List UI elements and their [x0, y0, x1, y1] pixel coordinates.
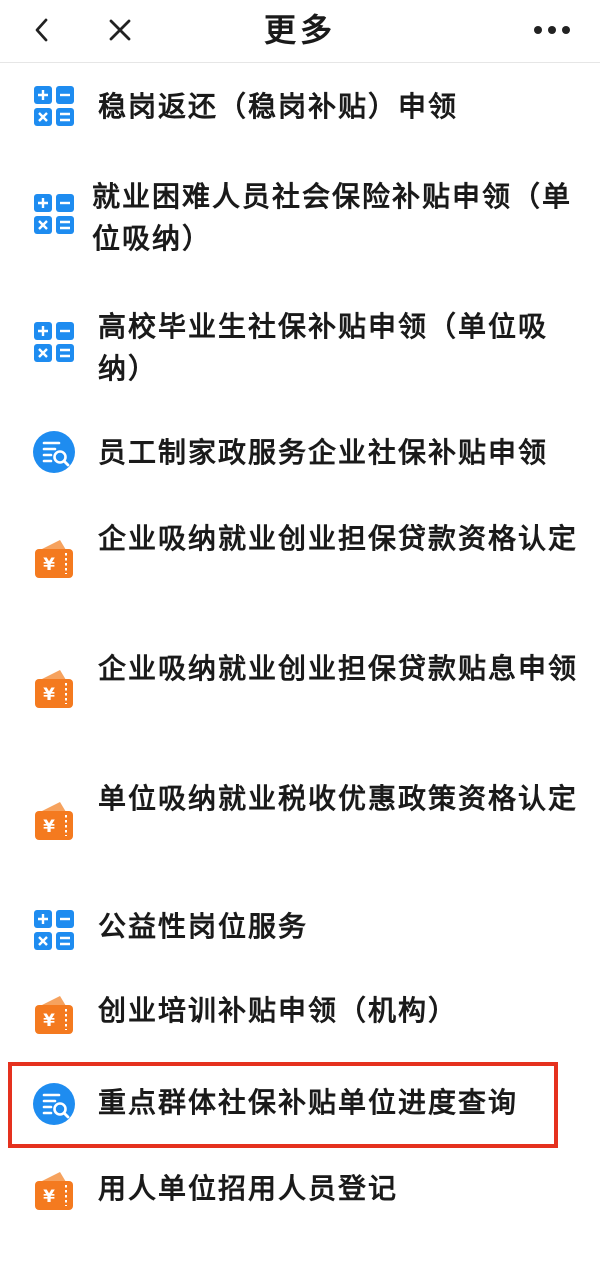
list-item-label: 单位吸纳就业税收优惠政策资格认定 [98, 782, 579, 815]
list-item-label: 高校毕业生社保补贴申领（单位吸纳） [98, 310, 549, 385]
list-item[interactable]: 稳岗返还（稳岗补贴）申领 [0, 62, 600, 162]
list-item-label: 创业培训补贴申领（机构） [98, 994, 459, 1027]
svg-text:¥: ¥ [43, 685, 55, 705]
calculator-icon [32, 320, 76, 364]
wallet-yuan-icon: ¥ [32, 798, 76, 842]
svg-text:¥: ¥ [43, 817, 55, 837]
svg-text:¥: ¥ [43, 1011, 55, 1031]
list-item[interactable]: 高校毕业生社保补贴申领（单位吸纳） [0, 298, 600, 428]
wallet-yuan-icon: ¥ [32, 992, 76, 1036]
more-button[interactable] [524, 8, 580, 52]
list-item-label: 企业吸纳就业创业担保贷款资格认定 [98, 522, 579, 555]
highlight-box [8, 1062, 558, 1148]
svg-text:¥: ¥ [43, 1187, 55, 1207]
navigation-bar: 更多 [0, 0, 600, 63]
calculator-icon [32, 908, 76, 952]
list-item[interactable]: 就业困难人员社会保险补贴申领（单位吸纳） [0, 162, 600, 292]
wallet-yuan-icon: ¥ [32, 1168, 76, 1212]
list-item-label: 稳岗返还（稳岗补贴）申领 [98, 90, 459, 123]
wallet-yuan-icon: ¥ [32, 666, 76, 710]
list-item[interactable]: ¥ 企业吸纳就业创业担保贷款资格认定 [0, 512, 600, 642]
page-title: 更多 [263, 11, 336, 49]
list-item-label: 企业吸纳就业创业担保贷款贴息申领 [98, 652, 579, 685]
list-item[interactable]: ¥ 创业培训补贴申领（机构） [0, 978, 600, 1054]
list-item[interactable]: ¥ 用人单位招用人员登记 [0, 1156, 600, 1232]
more-dots-icon [532, 25, 572, 35]
list-item-label: 员工制家政服务企业社保补贴申领 [98, 436, 549, 469]
list-item-label: 公益性岗位服务 [98, 910, 309, 943]
list-item[interactable]: 公益性岗位服务 [0, 892, 600, 968]
calculator-icon [32, 192, 76, 236]
list-item[interactable]: ¥ 企业吸纳就业创业担保贷款贴息申领 [0, 646, 600, 776]
list-item-label: 就业困难人员社会保险补贴申领（单位吸纳） [92, 180, 573, 255]
calculator-icon [32, 84, 76, 128]
list-item[interactable]: 员工制家政服务企业社保补贴申领 [0, 418, 600, 494]
list-item-label: 用人单位招用人员登记 [98, 1172, 399, 1205]
svg-text:¥: ¥ [43, 555, 55, 575]
wallet-yuan-icon: ¥ [32, 536, 76, 580]
list-item[interactable]: ¥ 单位吸纳就业税收优惠政策资格认定 [0, 776, 600, 906]
search-document-icon [32, 430, 76, 474]
